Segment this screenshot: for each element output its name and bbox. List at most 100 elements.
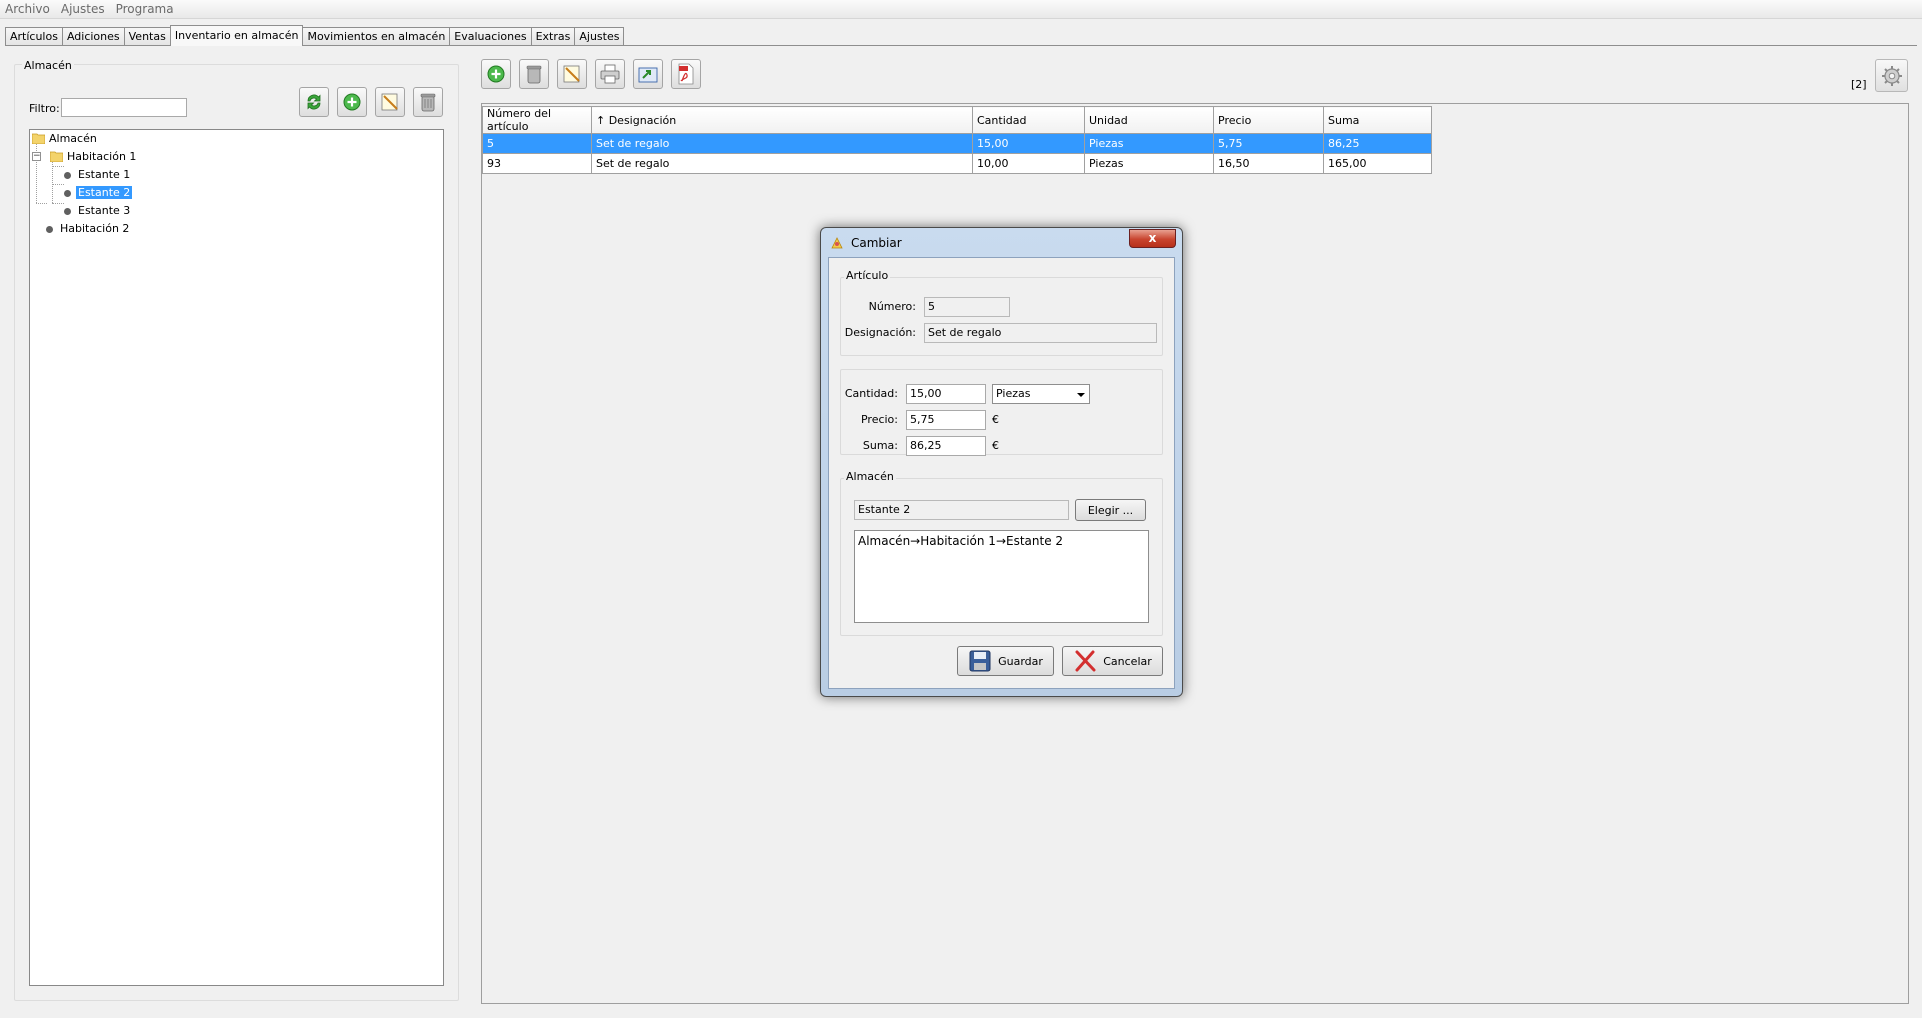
floppy-disk-icon bbox=[969, 650, 991, 672]
edit-button[interactable] bbox=[375, 87, 405, 117]
tab-inventario[interactable]: Inventario en almacén bbox=[169, 25, 304, 46]
tab-evaluaciones[interactable]: Evaluaciones bbox=[449, 27, 532, 46]
tab-extras[interactable]: Extras bbox=[530, 27, 576, 46]
tree-node-shelf3[interactable]: Estante 3 bbox=[64, 203, 132, 219]
quantity-input[interactable]: 15,00 bbox=[906, 384, 986, 404]
menu-programa[interactable]: Programa bbox=[114, 2, 176, 16]
export-icon bbox=[638, 67, 658, 83]
tree-guide bbox=[52, 184, 64, 185]
table-cell: Set de regalo bbox=[591, 153, 973, 174]
pdf-button[interactable] bbox=[671, 59, 701, 89]
unit-select[interactable]: Piezas bbox=[992, 384, 1090, 404]
trash-icon bbox=[526, 65, 542, 84]
filter-input[interactable] bbox=[61, 98, 187, 117]
tree-node-shelf2[interactable]: Estante 2 bbox=[64, 185, 133, 201]
tab-movimientos[interactable]: Movimientos en almacén bbox=[302, 27, 451, 46]
settings-button[interactable] bbox=[1875, 59, 1908, 92]
inventory-table[interactable]: Número del artículo ↑ Designación Cantid… bbox=[482, 106, 1432, 174]
node-bullet-icon bbox=[64, 190, 71, 197]
inventory-panel bbox=[481, 103, 1909, 1004]
table-cell: Piezas bbox=[1084, 133, 1214, 154]
save-button-label: Guardar bbox=[998, 654, 1043, 668]
column-header-designation[interactable]: ↑ Designación bbox=[591, 106, 973, 134]
export-button[interactable] bbox=[633, 59, 663, 89]
delete-item-button[interactable] bbox=[519, 59, 549, 89]
store-tree[interactable]: Almacén − Habitación 1 Estante 1 Estante… bbox=[29, 129, 444, 986]
unit-select-value: Piezas bbox=[996, 387, 1031, 400]
printer-icon bbox=[600, 64, 620, 84]
price-currency: € bbox=[992, 413, 999, 426]
store-panel-title: Almacén bbox=[22, 59, 74, 72]
gear-icon bbox=[1881, 65, 1902, 86]
tree-node-shelf1[interactable]: Estante 1 bbox=[64, 167, 132, 183]
add-icon bbox=[343, 93, 361, 111]
price-input[interactable]: 5,75 bbox=[906, 410, 986, 430]
choose-button-label: Elegir ... bbox=[1087, 503, 1134, 517]
price-label: Precio: bbox=[860, 413, 898, 426]
table-row[interactable]: 93 Set de regalo 10,00 Piezas 16,50 165,… bbox=[482, 153, 1432, 174]
sum-input[interactable]: 86,25 bbox=[906, 436, 986, 456]
table-header-row: Número del artículo ↑ Designación Cantid… bbox=[482, 106, 1432, 134]
folder-icon bbox=[32, 133, 45, 144]
designation-label: Designación: bbox=[844, 326, 916, 339]
tab-ventas[interactable]: Ventas bbox=[123, 27, 171, 46]
delete-button[interactable] bbox=[413, 87, 443, 117]
store-path-text[interactable]: Almacén→Habitación 1→Estante 2 bbox=[854, 530, 1149, 623]
cancel-button[interactable]: Cancelar bbox=[1062, 646, 1163, 676]
tree-node-room2[interactable]: Habitación 2 bbox=[46, 221, 131, 237]
node-bullet-icon bbox=[64, 172, 71, 179]
column-header-price[interactable]: Precio bbox=[1213, 106, 1324, 134]
trash-icon bbox=[420, 93, 436, 112]
column-header-number[interactable]: Número del artículo bbox=[482, 106, 592, 134]
print-button[interactable] bbox=[595, 59, 625, 89]
number-field: 5 bbox=[924, 297, 1010, 317]
app-icon bbox=[831, 237, 843, 249]
table-cell: Piezas bbox=[1084, 153, 1214, 174]
table-row[interactable]: 5 Set de regalo 15,00 Piezas 5,75 86,25 bbox=[482, 133, 1432, 154]
menu-archivo[interactable]: Archivo bbox=[3, 2, 52, 16]
article-group-title: Artículo bbox=[844, 269, 891, 282]
tree-label-shelf1: Estante 1 bbox=[78, 168, 131, 181]
tree-node-room1[interactable]: − Habitación 1 bbox=[32, 149, 138, 165]
store-group-title: Almacén bbox=[844, 470, 896, 483]
store-field: Estante 2 bbox=[854, 500, 1069, 520]
column-header-unit[interactable]: Unidad bbox=[1084, 106, 1214, 134]
tree-label-shelf2: Estante 2 bbox=[76, 186, 133, 199]
tree-guide bbox=[36, 203, 47, 204]
tab-bar: Artículos Adiciones Ventas Inventario en… bbox=[5, 25, 625, 46]
close-button[interactable]: x bbox=[1129, 229, 1176, 248]
column-header-sum[interactable]: Suma bbox=[1323, 106, 1432, 134]
close-icon: x bbox=[1148, 231, 1157, 245]
filter-label: Filtro: bbox=[29, 102, 60, 115]
tree-label-room2: Habitación 2 bbox=[60, 222, 130, 235]
node-bullet-icon bbox=[64, 208, 71, 215]
record-count: [2] bbox=[1851, 78, 1867, 91]
table-cell: 5 bbox=[482, 133, 592, 154]
collapse-icon[interactable]: − bbox=[32, 152, 41, 161]
designation-field: Set de regalo bbox=[924, 323, 1157, 343]
tree-label-shelf3: Estante 3 bbox=[78, 204, 131, 217]
pdf-icon bbox=[678, 63, 694, 85]
save-button[interactable]: Guardar bbox=[957, 646, 1054, 676]
table-cell: 10,00 bbox=[972, 153, 1085, 174]
tree-label-root: Almacén bbox=[49, 132, 97, 145]
edit-item-button[interactable] bbox=[557, 59, 587, 89]
tree-node-root[interactable]: Almacén bbox=[32, 131, 99, 147]
table-cell: 16,50 bbox=[1213, 153, 1324, 174]
tab-adiciones[interactable]: Adiciones bbox=[61, 27, 125, 46]
refresh-button[interactable] bbox=[299, 87, 329, 117]
tab-articulos[interactable]: Artículos bbox=[5, 27, 63, 46]
choose-button[interactable]: Elegir ... bbox=[1075, 499, 1146, 521]
chevron-down-icon bbox=[1077, 393, 1085, 397]
column-header-quantity[interactable]: Cantidad bbox=[972, 106, 1085, 134]
tab-ajustes[interactable]: Ajustes bbox=[574, 27, 625, 46]
store-path-value: Almacén→Habitación 1→Estante 2 bbox=[858, 534, 1064, 548]
tree-guide bbox=[52, 166, 64, 167]
add-item-button[interactable] bbox=[481, 59, 511, 89]
menu-ajustes[interactable]: Ajustes bbox=[59, 2, 107, 16]
add-button[interactable] bbox=[337, 87, 367, 117]
dialog-body: Artículo Número: 5 Designación: Set de r… bbox=[828, 257, 1175, 689]
table-cell: Set de regalo bbox=[591, 133, 973, 154]
refresh-icon bbox=[307, 94, 321, 110]
node-bullet-icon bbox=[46, 226, 53, 233]
